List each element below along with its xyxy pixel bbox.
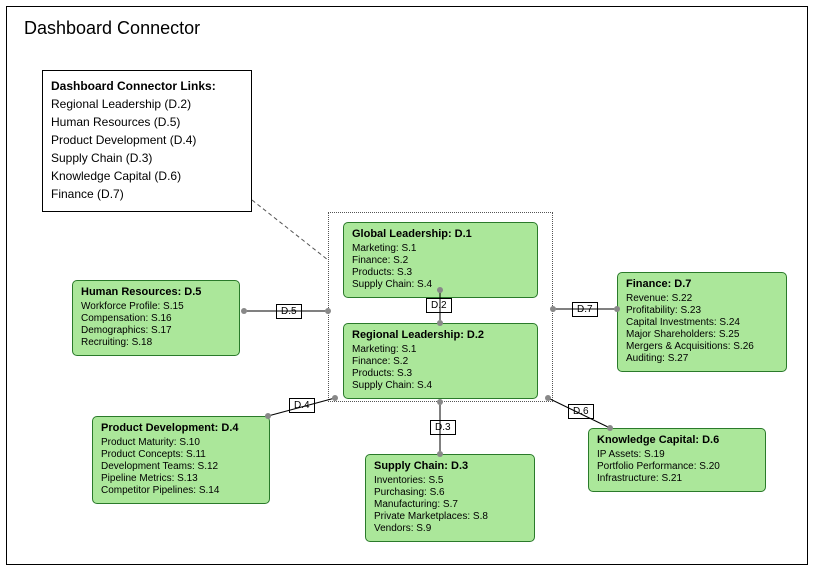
- node-item: Portfolio Performance: S.20: [597, 461, 757, 473]
- node-item: Marketing: S.1: [352, 344, 529, 356]
- node-regional-leadership[interactable]: Regional Leadership: D.2 Marketing: S.1 …: [343, 323, 538, 399]
- edge-label-d6: D.6: [568, 404, 594, 419]
- links-panel-item: Human Resources (D.5): [51, 113, 243, 131]
- node-title: Global Leadership: D.1: [352, 228, 529, 240]
- node-finance[interactable]: Finance: D.7 Revenue: S.22 Profitability…: [617, 272, 787, 372]
- node-item: Manufacturing: S.7: [374, 499, 526, 511]
- links-panel-item: Supply Chain (D.3): [51, 149, 243, 167]
- node-item: Infrastructure: S.21: [597, 473, 757, 485]
- node-item: Product Maturity: S.10: [101, 437, 261, 449]
- node-item: Products: S.3: [352, 368, 529, 380]
- node-item: Workforce Profile: S.15: [81, 301, 231, 313]
- node-item: Marketing: S.1: [352, 243, 529, 255]
- links-panel-item: Regional Leadership (D.2): [51, 95, 243, 113]
- node-title: Product Development: D.4: [101, 422, 261, 434]
- links-panel-heading: Dashboard Connector Links:: [51, 77, 243, 95]
- node-item: IP Assets: S.19: [597, 449, 757, 461]
- page-title: Dashboard Connector: [24, 18, 200, 39]
- node-item: Compensation: S.16: [81, 313, 231, 325]
- node-item: Auditing: S.27: [626, 353, 778, 365]
- node-supply-chain[interactable]: Supply Chain: D.3 Inventories: S.5 Purch…: [365, 454, 535, 542]
- diagram-canvas: Dashboard Connector Dashboard Connector …: [0, 0, 814, 571]
- node-item: Revenue: S.22: [626, 293, 778, 305]
- node-item: Profitability: S.23: [626, 305, 778, 317]
- links-panel-item: Finance (D.7): [51, 185, 243, 203]
- node-item: Pipeline Metrics: S.13: [101, 473, 261, 485]
- node-item: Finance: S.2: [352, 356, 529, 368]
- node-title: Human Resources: D.5: [81, 286, 231, 298]
- links-panel-item: Product Development (D.4): [51, 131, 243, 149]
- node-item: Demographics: S.17: [81, 325, 231, 337]
- node-global-leadership[interactable]: Global Leadership: D.1 Marketing: S.1 Fi…: [343, 222, 538, 298]
- node-item: Product Concepts: S.11: [101, 449, 261, 461]
- node-item: Inventories: S.5: [374, 475, 526, 487]
- node-title: Knowledge Capital: D.6: [597, 434, 757, 446]
- edge-label-d2: D.2: [426, 298, 452, 313]
- node-item: Private Marketplaces: S.8: [374, 511, 526, 523]
- node-item: Products: S.3: [352, 267, 529, 279]
- node-item: Supply Chain: S.4: [352, 279, 529, 291]
- node-item: Recruiting: S.18: [81, 337, 231, 349]
- node-human-resources[interactable]: Human Resources: D.5 Workforce Profile: …: [72, 280, 240, 356]
- node-item: Finance: S.2: [352, 255, 529, 267]
- node-title: Supply Chain: D.3: [374, 460, 526, 472]
- node-item: Purchasing: S.6: [374, 487, 526, 499]
- node-item: Competitor Pipelines: S.14: [101, 485, 261, 497]
- edge-label-d3: D.3: [430, 420, 456, 435]
- node-title: Regional Leadership: D.2: [352, 329, 529, 341]
- node-title: Finance: D.7: [626, 278, 778, 290]
- node-item: Development Teams: S.12: [101, 461, 261, 473]
- node-item: Capital Investments: S.24: [626, 317, 778, 329]
- node-product-development[interactable]: Product Development: D.4 Product Maturit…: [92, 416, 270, 504]
- edge-label-d4: D.4: [289, 398, 315, 413]
- links-panel: Dashboard Connector Links: Regional Lead…: [42, 70, 252, 212]
- edge-label-d7: D.7: [572, 302, 598, 317]
- edge-label-d5: D.5: [276, 304, 302, 319]
- node-knowledge-capital[interactable]: Knowledge Capital: D.6 IP Assets: S.19 P…: [588, 428, 766, 492]
- node-item: Major Shareholders: S.25: [626, 329, 778, 341]
- node-item: Mergers & Acquisitions: S.26: [626, 341, 778, 353]
- node-item: Supply Chain: S.4: [352, 380, 529, 392]
- node-item: Vendors: S.9: [374, 523, 526, 535]
- links-panel-item: Knowledge Capital (D.6): [51, 167, 243, 185]
